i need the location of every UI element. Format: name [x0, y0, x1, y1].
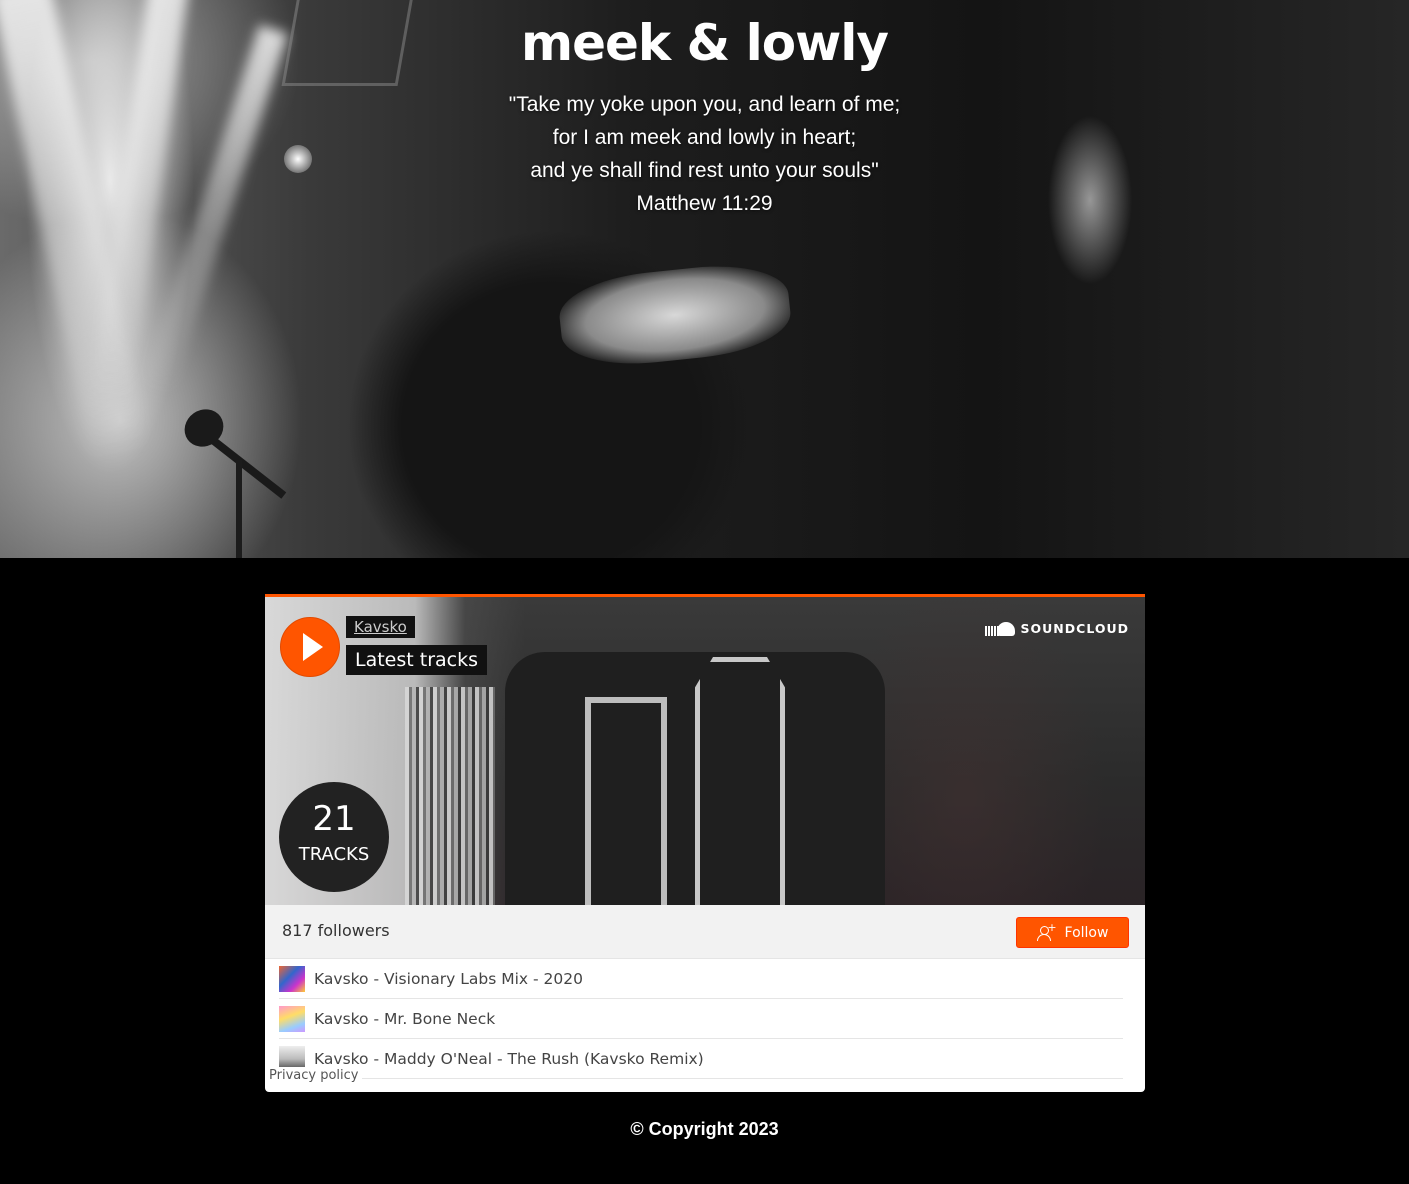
track-title: Kavsko - Mr. Bone Neck	[314, 1009, 496, 1028]
track-title: Kavsko - Maddy O'Neal - The Rush (Kavsko…	[314, 1049, 704, 1068]
track-item[interactable]: Kavsko - Visionary Labs Mix - 2020	[279, 959, 1123, 999]
artwork-logo-gem	[695, 657, 785, 905]
privacy-policy-link[interactable]: Privacy policy	[265, 1067, 363, 1084]
artwork-stripes	[405, 687, 495, 905]
copyright-footer: © Copyright 2023	[630, 1119, 779, 1139]
follow-label: Follow	[1064, 924, 1109, 941]
verse-reference: Matthew 11:29	[636, 192, 773, 215]
follow-button[interactable]: + Follow	[1016, 917, 1129, 948]
playlist-title[interactable]: Latest tracks	[346, 645, 488, 675]
scripture-quote: "Take my yoke upon you, and learn of me;…	[0, 88, 1409, 220]
play-button[interactable]	[280, 617, 340, 677]
track-item[interactable]: Kavsko - Mr. Bone Neck	[279, 999, 1123, 1039]
soundcloud-cloud-icon	[984, 621, 1015, 636]
hero-banner: meek & lowly "Take my yoke upon you, and…	[0, 0, 1409, 558]
artwork-logo-m	[585, 697, 667, 905]
follow-bar: 817 followers + Follow	[265, 905, 1145, 959]
track-thumbnail	[279, 1005, 305, 1032]
track-count-badge: 21 TRACKS	[279, 782, 389, 892]
track-title: Kavsko - Visionary Labs Mix - 2020	[314, 969, 583, 988]
artist-link[interactable]: Kavsko	[346, 616, 415, 638]
add-user-icon: +	[1036, 922, 1057, 941]
track-list: Kavsko - Visionary Labs Mix - 2020 Kavsk…	[265, 959, 1145, 1079]
track-count-label: TRACKS	[298, 844, 370, 865]
soundcloud-widget: Kavsko Latest tracks SOUNDCLOUD 21 TRACK…	[265, 594, 1145, 1092]
playlist-artwork: Kavsko Latest tracks SOUNDCLOUD 21 TRACK…	[265, 597, 1145, 905]
soundcloud-wordmark: SOUNDCLOUD	[1020, 621, 1129, 636]
track-item[interactable]: Kavsko - Maddy O'Neal - The Rush (Kavsko…	[279, 1039, 1123, 1079]
verse-line: for I am meek and lowly in heart;	[552, 126, 857, 149]
verse-line: "Take my yoke upon you, and learn of me;	[508, 93, 901, 116]
track-count: 21	[312, 799, 356, 839]
microphone-stand	[236, 460, 242, 558]
soundcloud-logo[interactable]: SOUNDCLOUD	[984, 621, 1129, 636]
verse-line: and ye shall find rest unto your souls"	[530, 159, 879, 182]
play-icon	[303, 633, 323, 661]
followers-count: 817 followers	[282, 921, 390, 940]
track-thumbnail	[279, 965, 305, 992]
site-title: meek & lowly	[520, 14, 889, 72]
